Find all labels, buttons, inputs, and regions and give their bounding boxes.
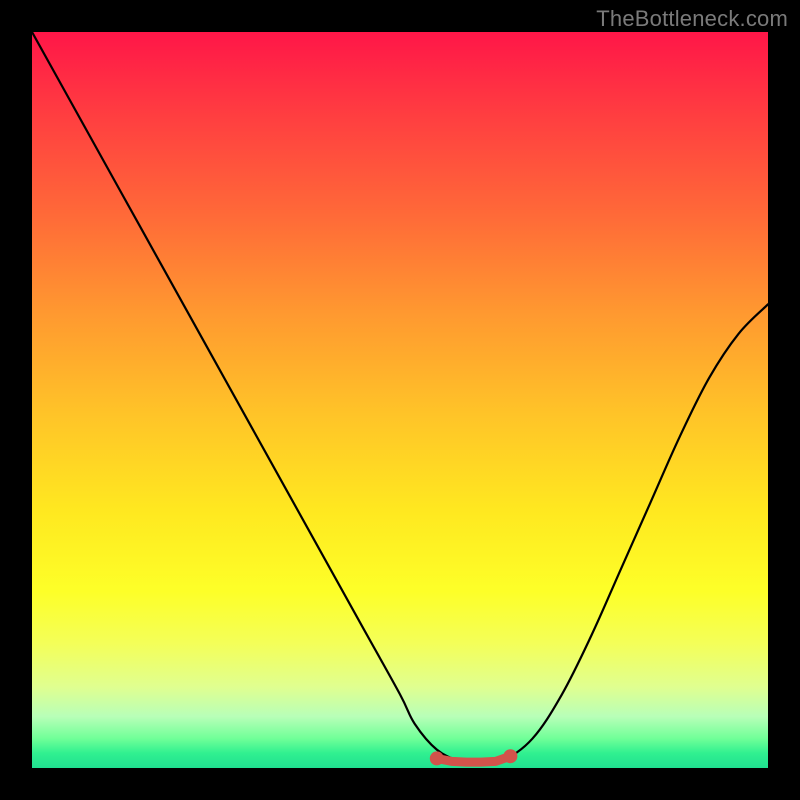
optimal-point-left [430, 751, 444, 765]
chart-frame: TheBottleneck.com [0, 0, 800, 800]
bottleneck-curve [32, 32, 768, 763]
optimal-point-right [503, 749, 517, 763]
chart-svg [32, 32, 768, 768]
watermark-text: TheBottleneck.com [596, 6, 788, 32]
plot-area [32, 32, 768, 768]
optimal-flat-region [437, 756, 511, 762]
